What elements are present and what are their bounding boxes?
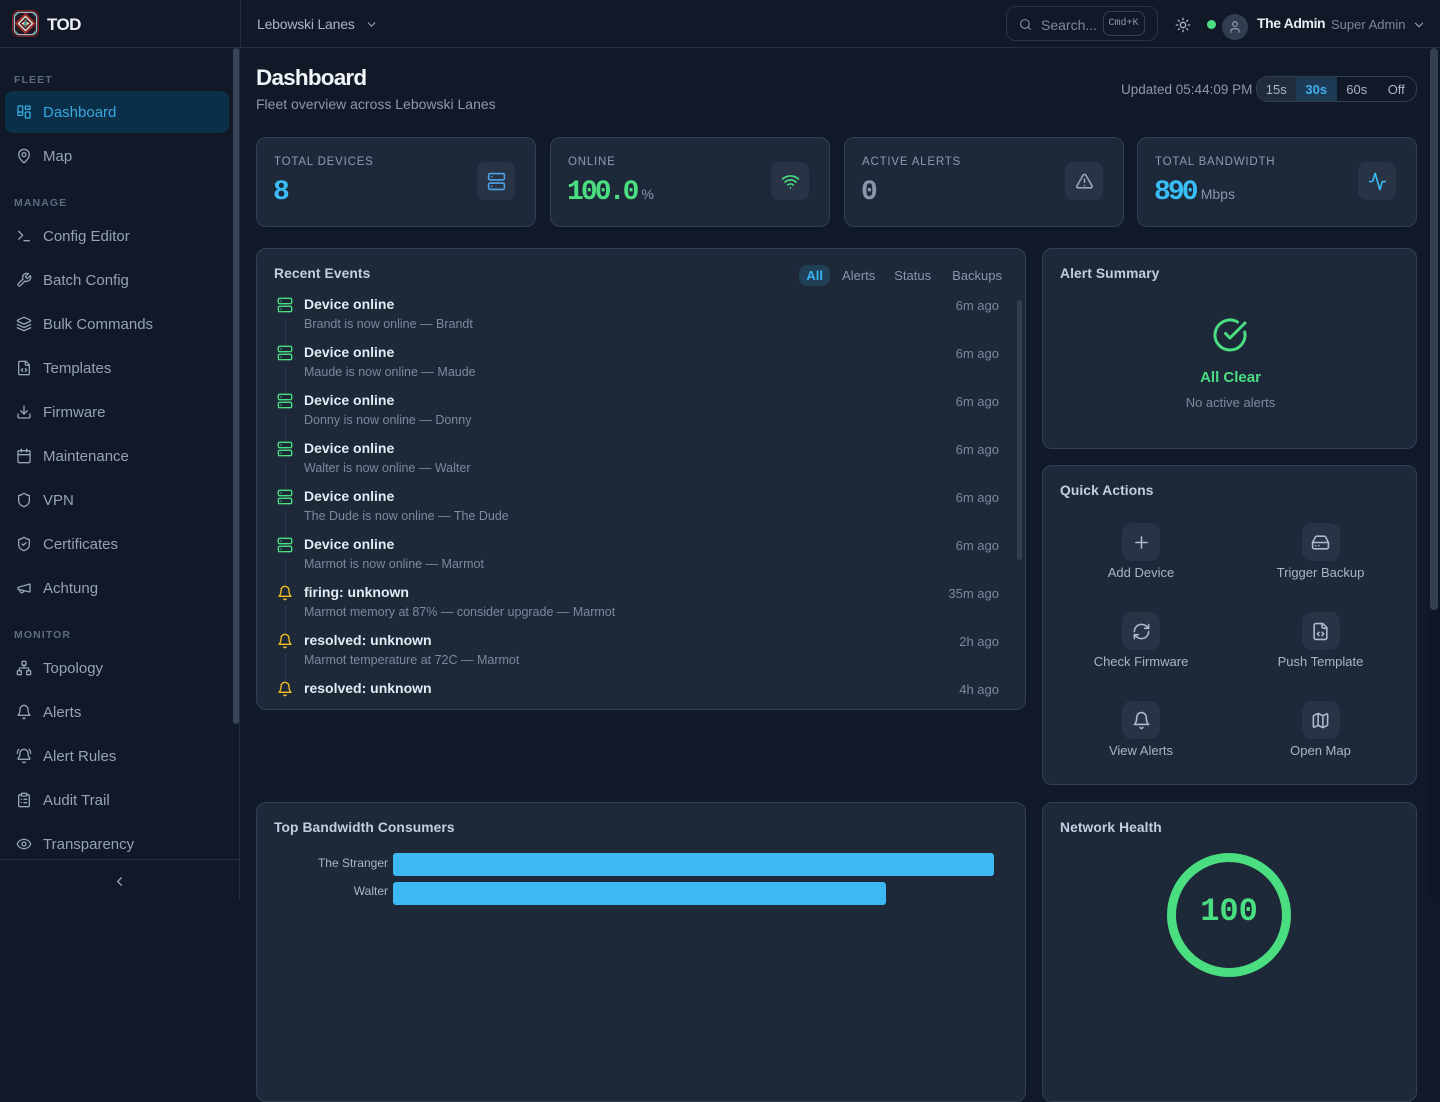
svg-text:100: 100 xyxy=(1200,893,1258,930)
